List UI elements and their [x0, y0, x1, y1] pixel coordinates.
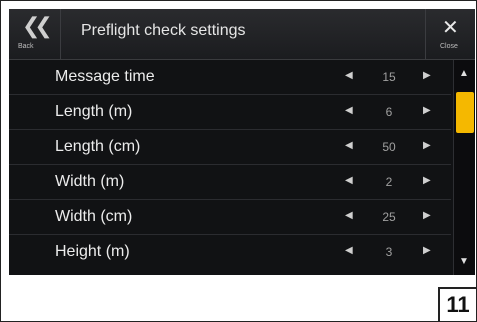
triangle-down-icon[interactable]: ▼: [459, 256, 469, 267]
setting-value: 15: [382, 70, 396, 84]
manual-page: ❮❮ Back Preflight check settings ✕ Close…: [0, 0, 477, 322]
settings-list: Message time ◀ 15 ▶ Length (m) ◀ 6 ▶ Len…: [9, 60, 451, 275]
back-button[interactable]: ❮❮ Back: [9, 9, 61, 59]
triangle-left-icon[interactable]: ◀: [345, 105, 353, 116]
setting-value: 50: [382, 140, 396, 154]
scrollbar[interactable]: ▲ ▼: [453, 60, 475, 275]
setting-value: 6: [385, 105, 393, 119]
triangle-up-icon[interactable]: ▲: [459, 68, 469, 79]
triangle-left-icon[interactable]: ◀: [345, 140, 353, 151]
setting-label: Message time: [55, 68, 155, 85]
close-label: Close: [440, 43, 458, 50]
page-number: 11: [438, 287, 476, 321]
triangle-right-icon[interactable]: ▶: [423, 140, 431, 151]
triangle-left-icon[interactable]: ◀: [345, 175, 353, 186]
triangle-right-icon[interactable]: ▶: [423, 105, 431, 116]
setting-row-message-time: Message time ◀ 15 ▶: [9, 60, 451, 95]
setting-row-width-m: Width (m) ◀ 2 ▶: [9, 165, 451, 200]
triangle-left-icon[interactable]: ◀: [345, 245, 353, 256]
triangle-left-icon[interactable]: ◀: [345, 210, 353, 221]
page-frame: ❮❮ Back Preflight check settings ✕ Close…: [0, 0, 477, 322]
back-label: Back: [18, 43, 34, 50]
page-title: Preflight check settings: [81, 22, 246, 39]
setting-label: Length (cm): [55, 138, 141, 155]
scrollbar-thumb[interactable]: [456, 92, 474, 133]
triangle-left-icon[interactable]: ◀: [345, 70, 353, 81]
setting-label: Width (cm): [55, 208, 133, 225]
setting-row-length-m: Length (m) ◀ 6 ▶: [9, 95, 451, 130]
setting-label: Height (m): [55, 243, 130, 260]
header-bar: ❮❮ Back Preflight check settings ✕ Close: [9, 9, 475, 60]
setting-label: Width (m): [55, 173, 125, 190]
setting-row-length-cm: Length (cm) ◀ 50 ▶: [9, 130, 451, 165]
double-chevron-left-icon: ❮❮: [22, 13, 53, 38]
close-button[interactable]: ✕ Close: [425, 9, 475, 59]
setting-value: 25: [382, 210, 396, 224]
setting-row-width-cm: Width (cm) ◀ 25 ▶: [9, 200, 451, 235]
close-icon: ✕: [442, 17, 459, 39]
triangle-right-icon[interactable]: ▶: [423, 245, 431, 256]
setting-value: 2: [385, 175, 393, 189]
display-screen: ❮❮ Back Preflight check settings ✕ Close…: [9, 9, 475, 275]
triangle-right-icon[interactable]: ▶: [423, 175, 431, 186]
setting-row-height-m: Height (m) ◀ 3 ▶: [9, 235, 451, 270]
triangle-right-icon[interactable]: ▶: [423, 70, 431, 81]
setting-label: Length (m): [55, 103, 133, 120]
setting-value: 3: [385, 245, 393, 259]
triangle-right-icon[interactable]: ▶: [423, 210, 431, 221]
